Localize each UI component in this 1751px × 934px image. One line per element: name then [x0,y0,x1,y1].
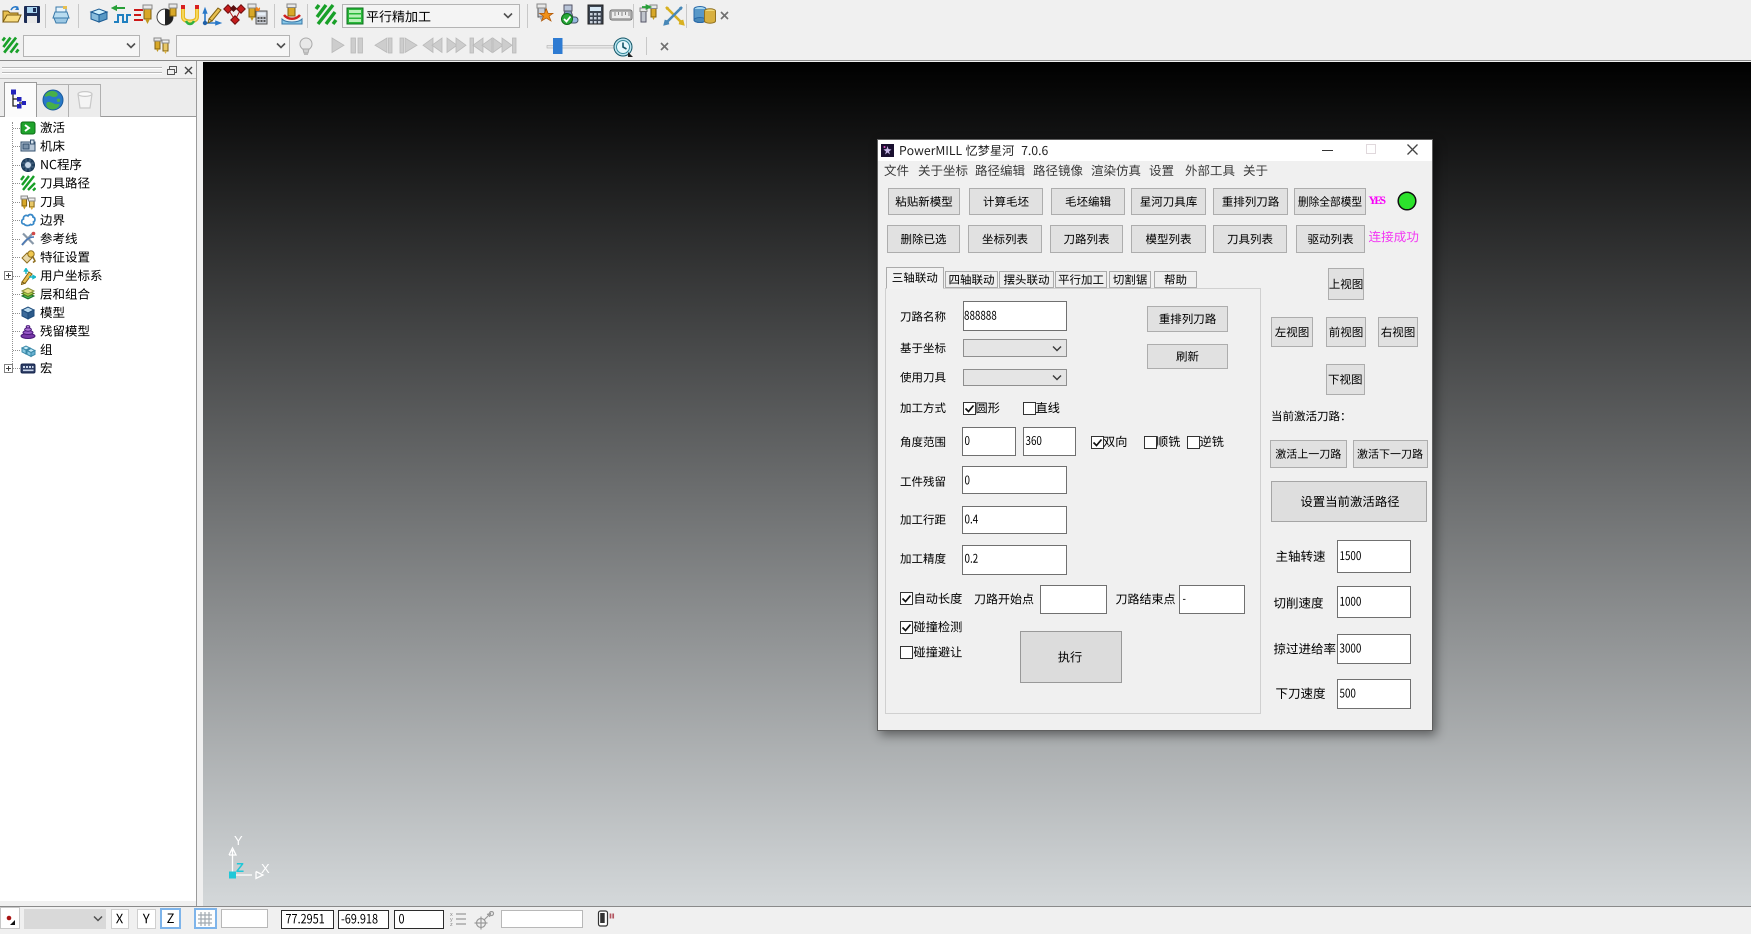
svg-text:YES: YES [1369,195,1387,207]
